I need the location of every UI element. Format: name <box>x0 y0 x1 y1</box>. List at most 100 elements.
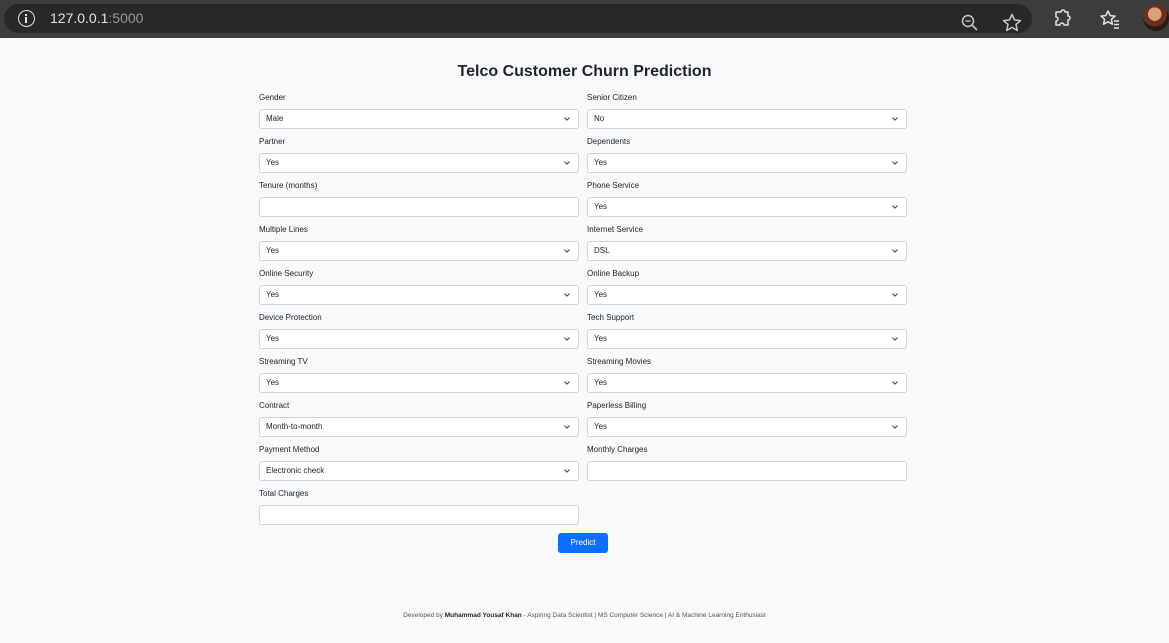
monthly-charges-field: Monthly Charges <box>587 445 907 489</box>
chevron-down-icon <box>564 293 570 297</box>
chevron-down-icon <box>892 249 898 253</box>
footer-author: Muhammad Yousaf Khan <box>444 612 522 619</box>
payment-method-value: Electronic check <box>266 466 325 475</box>
gender-label: Gender <box>259 93 286 102</box>
senior-citizen-select[interactable]: No <box>587 109 907 129</box>
senior-citizen-label: Senior Citizen <box>587 93 637 102</box>
tech-support-value: Yes <box>594 334 608 343</box>
online-backup-field: Online Backup Yes <box>587 269 907 313</box>
streaming-movies-field: Streaming Movies Yes <box>587 357 907 401</box>
contract-label: Contract <box>259 401 290 410</box>
device-protection-label: Device Protection <box>259 313 322 322</box>
internet-service-select[interactable]: DSL <box>587 241 907 261</box>
streaming-movies-select[interactable]: Yes <box>587 373 907 393</box>
total-charges-input[interactable] <box>259 505 579 525</box>
online-security-select[interactable]: Yes <box>259 285 579 305</box>
paperless-billing-select[interactable]: Yes <box>587 417 907 437</box>
streaming-movies-label: Streaming Movies <box>587 357 652 366</box>
dependents-field: Dependents Yes <box>587 137 907 181</box>
partner-select[interactable]: Yes <box>259 153 579 173</box>
dependents-value: Yes <box>594 158 608 167</box>
tenure-field: Tenure (months) <box>259 181 579 225</box>
streaming-tv-select[interactable]: Yes <box>259 373 579 393</box>
chevron-down-icon <box>892 117 898 121</box>
footer-prefix: Developed by <box>403 612 443 619</box>
chevron-down-icon <box>892 205 898 209</box>
tech-support-label: Tech Support <box>587 313 635 322</box>
tenure-label: Tenure (months) <box>259 181 318 190</box>
footer-credits: Developed by Muhammad Yousaf Khan - Aspi… <box>0 612 1169 619</box>
footer-suffix: - Aspiring Data Scientist | MS Computer … <box>523 612 766 619</box>
senior-citizen-value: No <box>594 114 605 123</box>
url-text[interactable]: 127.0.0.1:5000 <box>50 10 143 27</box>
chevron-down-icon <box>564 249 570 253</box>
chevron-down-icon <box>564 469 570 473</box>
chevron-down-icon <box>564 425 570 429</box>
chevron-down-icon <box>564 161 570 165</box>
streaming-tv-field: Streaming TV Yes <box>259 357 579 401</box>
monthly-charges-label: Monthly Charges <box>587 445 648 454</box>
multiple-lines-label: Multiple Lines <box>259 225 308 234</box>
multiple-lines-select[interactable]: Yes <box>259 241 579 261</box>
phone-service-select[interactable]: Yes <box>587 197 907 217</box>
info-icon[interactable] <box>18 10 35 27</box>
dependents-select[interactable]: Yes <box>587 153 907 173</box>
chevron-down-icon <box>564 117 570 121</box>
chevron-down-icon <box>892 337 898 341</box>
online-security-label: Online Security <box>259 269 314 278</box>
tech-support-field: Tech Support Yes <box>587 313 907 357</box>
device-protection-value: Yes <box>266 334 280 343</box>
partner-label: Partner <box>259 137 286 146</box>
page-body: Telco Customer Churn Prediction Gender M… <box>0 38 1169 643</box>
chevron-down-icon <box>892 425 898 429</box>
contract-value: Month-to-month <box>266 422 323 431</box>
chevron-down-icon <box>564 381 570 385</box>
total-charges-label: Total Charges <box>259 489 309 498</box>
gender-select[interactable]: Male <box>259 109 579 129</box>
online-backup-select[interactable]: Yes <box>587 285 907 305</box>
gender-value: Male <box>266 114 284 123</box>
online-security-field: Online Security Yes <box>259 269 579 313</box>
partner-value: Yes <box>266 158 280 167</box>
partner-field: Partner Yes <box>259 137 579 181</box>
tech-support-select[interactable]: Yes <box>587 329 907 349</box>
internet-service-label: Internet Service <box>587 225 644 234</box>
monthly-charges-input[interactable] <box>587 461 907 481</box>
online-security-value: Yes <box>266 290 280 299</box>
phone-service-label: Phone Service <box>587 181 640 190</box>
favorites-icon[interactable] <box>1098 7 1122 31</box>
page-title: Telco Customer Churn Prediction <box>457 63 712 80</box>
internet-service-value: DSL <box>594 246 610 255</box>
gender-field: Gender Male <box>259 93 579 137</box>
address-bar[interactable]: 127.0.0.1:5000 <box>4 4 1032 33</box>
phone-service-field: Phone Service Yes <box>587 181 907 225</box>
internet-service-field: Internet Service DSL <box>587 225 907 269</box>
contract-select[interactable]: Month-to-month <box>259 417 579 437</box>
multiple-lines-value: Yes <box>266 246 280 255</box>
extensions-icon[interactable] <box>1050 7 1074 31</box>
contract-field: Contract Month-to-month <box>259 401 579 445</box>
multiple-lines-field: Multiple Lines Yes <box>259 225 579 269</box>
chevron-down-icon <box>892 161 898 165</box>
total-charges-field: Total Charges <box>259 489 579 533</box>
tenure-input[interactable] <box>259 197 579 217</box>
payment-method-label: Payment Method <box>259 445 320 454</box>
streaming-movies-value: Yes <box>594 378 608 387</box>
dependents-label: Dependents <box>587 137 631 146</box>
predict-button[interactable]: Predict <box>558 533 608 553</box>
paperless-billing-label: Paperless Billing <box>587 401 647 410</box>
zoom-out-icon[interactable] <box>960 13 980 33</box>
device-protection-field: Device Protection Yes <box>259 313 579 357</box>
profile-avatar[interactable] <box>1143 5 1169 31</box>
phone-service-value: Yes <box>594 202 608 211</box>
payment-method-field: Payment Method Electronic check <box>259 445 579 489</box>
bookmark-star-icon[interactable] <box>1000 11 1024 35</box>
payment-method-select[interactable]: Electronic check <box>259 461 579 481</box>
chevron-down-icon <box>892 381 898 385</box>
url-port: :5000 <box>108 10 144 26</box>
chevron-down-icon <box>564 337 570 341</box>
online-backup-label: Online Backup <box>587 269 640 278</box>
paperless-billing-field: Paperless Billing Yes <box>587 401 907 445</box>
device-protection-select[interactable]: Yes <box>259 329 579 349</box>
url-host: 127.0.0.1 <box>50 10 109 26</box>
